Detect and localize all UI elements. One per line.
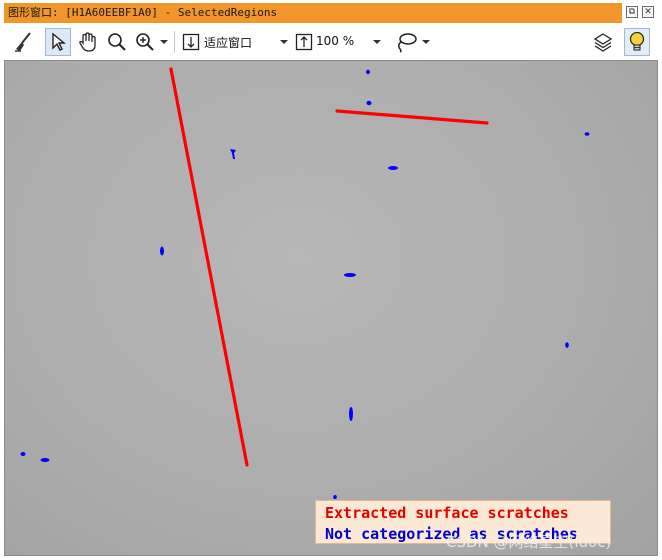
scratch-region: [335, 109, 489, 125]
draw-mode-caret-icon[interactable]: [422, 40, 430, 44]
legend-scratches-label: Extracted surface scratches: [325, 504, 569, 522]
close-window-icon[interactable]: ✕: [642, 6, 654, 18]
non-scratch-region: [565, 342, 569, 348]
toolbar-separator: [174, 31, 175, 53]
non-scratch-region: [230, 149, 236, 159]
zoom-level-caret-icon[interactable]: [373, 40, 381, 44]
graphics-canvas[interactable]: Extracted surface scratches Not categori…: [4, 60, 658, 556]
graphics-toolbar: 适应窗口 100 %: [4, 25, 658, 59]
fit-mode-select[interactable]: 适应窗口: [204, 34, 252, 51]
clear-brush-icon[interactable]: [10, 28, 36, 56]
window-title-bar: 图形窗口: [H1A60EEBF1A0] - SelectedRegions: [4, 3, 622, 23]
fit-window-icon[interactable]: [180, 28, 202, 56]
non-scratch-region: [584, 132, 590, 136]
non-scratch-region: [349, 407, 353, 421]
region-overlay: [20, 67, 590, 499]
non-scratch-region: [160, 246, 164, 256]
fit-mode-caret-icon[interactable]: [280, 40, 288, 44]
scratch-region: [169, 67, 249, 467]
zoom-dropdown-caret-icon[interactable]: [160, 40, 168, 44]
non-scratch-region: [333, 495, 337, 499]
watermark-text: CSDN @网络星空(luoc): [446, 533, 612, 551]
lasso-icon[interactable]: [393, 28, 419, 56]
pan-hand-icon[interactable]: [75, 28, 101, 56]
non-scratch-region: [366, 69, 370, 75]
non-scratch-region: [20, 452, 26, 456]
zoom-level-select[interactable]: 100 %: [316, 34, 354, 48]
lightbulb-icon[interactable]: [624, 28, 650, 56]
window-title: 图形窗口: [H1A60EEBF1A0] - SelectedRegions: [8, 6, 278, 19]
non-scratch-region: [366, 100, 372, 106]
non-scratch-region: [344, 273, 356, 277]
non-scratch-region: [40, 458, 50, 462]
pointer-icon[interactable]: [45, 28, 71, 56]
zoom-in-icon[interactable]: [132, 28, 158, 56]
magnify-icon[interactable]: [104, 28, 130, 56]
layers-icon[interactable]: [590, 28, 616, 56]
non-scratch-region: [388, 166, 398, 170]
zoom-percent-icon[interactable]: [293, 28, 315, 56]
restore-window-icon[interactable]: ⧉: [626, 6, 638, 18]
